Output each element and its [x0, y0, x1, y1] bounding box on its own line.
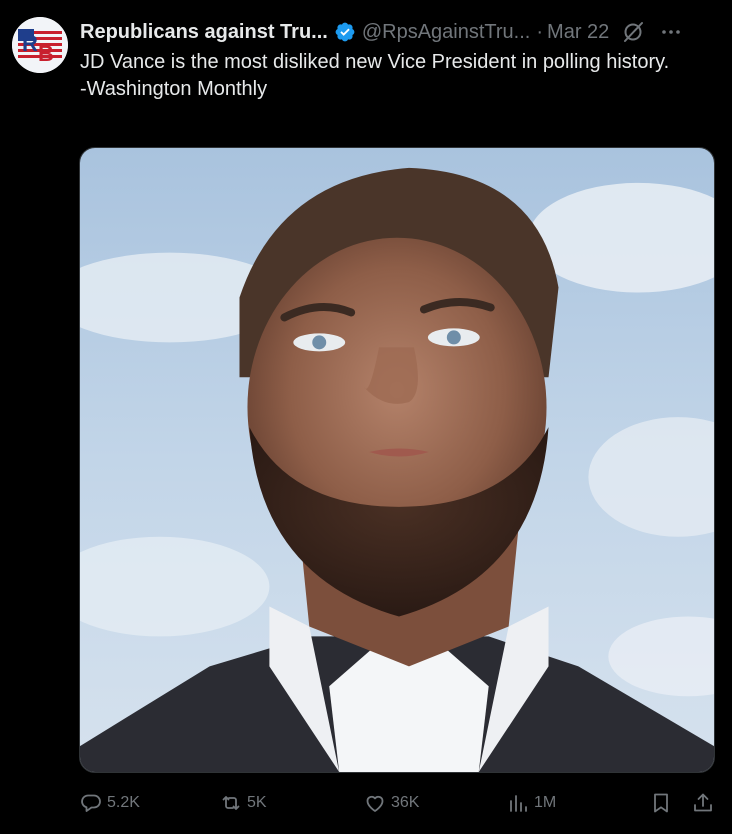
author-avatar[interactable]: R B [12, 17, 68, 73]
views-icon [510, 795, 527, 812]
reply-button[interactable]: 5.2K [79, 788, 140, 818]
portrait-photo [80, 148, 714, 772]
tweet-text: JD Vance is the most disliked new Vice P… [80, 49, 690, 103]
like-button[interactable]: 36K [363, 788, 419, 818]
verified-badge-icon[interactable] [334, 21, 356, 43]
svg-text:R: R [22, 31, 38, 56]
view-count: 1M [534, 794, 557, 811]
like-count: 36K [391, 794, 420, 811]
views-button[interactable]: 1M [506, 788, 556, 818]
tweet-actions: 5.2K 5K 36K 1M [79, 788, 719, 818]
tweet-text-line: JD Vance is the most disliked new Vice P… [80, 51, 670, 73]
tweet-photo[interactable] [79, 147, 715, 773]
share-button[interactable] [691, 788, 715, 818]
author-display-name[interactable]: Republicans against Tru... [80, 21, 328, 44]
tweet-header: Republicans against Tru... @RpsAgainstTr… [80, 18, 720, 46]
author-handle[interactable]: @RpsAgainstTru... [362, 21, 531, 44]
tweet[interactable]: R B Republicans against Tru... @RpsAgain… [0, 0, 732, 834]
more-icon[interactable] [659, 20, 683, 44]
repost-count: 5K [247, 794, 267, 811]
tweet-text-attribution: -Washington Monthly [80, 78, 268, 100]
bookmark-button[interactable] [649, 788, 673, 818]
heart-icon [366, 795, 384, 812]
reply-count: 5.2K [107, 794, 140, 811]
svg-text:B: B [38, 41, 54, 66]
header-separator: · [536, 20, 544, 43]
tweet-date[interactable]: Mar 22 [547, 21, 609, 44]
reply-icon [81, 794, 101, 812]
republicans-against-trump-logo: R B [12, 17, 68, 73]
share-icon [694, 793, 712, 812]
grok-icon[interactable] [621, 20, 645, 44]
repost-icon [222, 796, 240, 810]
bookmark-icon [654, 793, 668, 813]
repost-button[interactable]: 5K [219, 788, 267, 818]
